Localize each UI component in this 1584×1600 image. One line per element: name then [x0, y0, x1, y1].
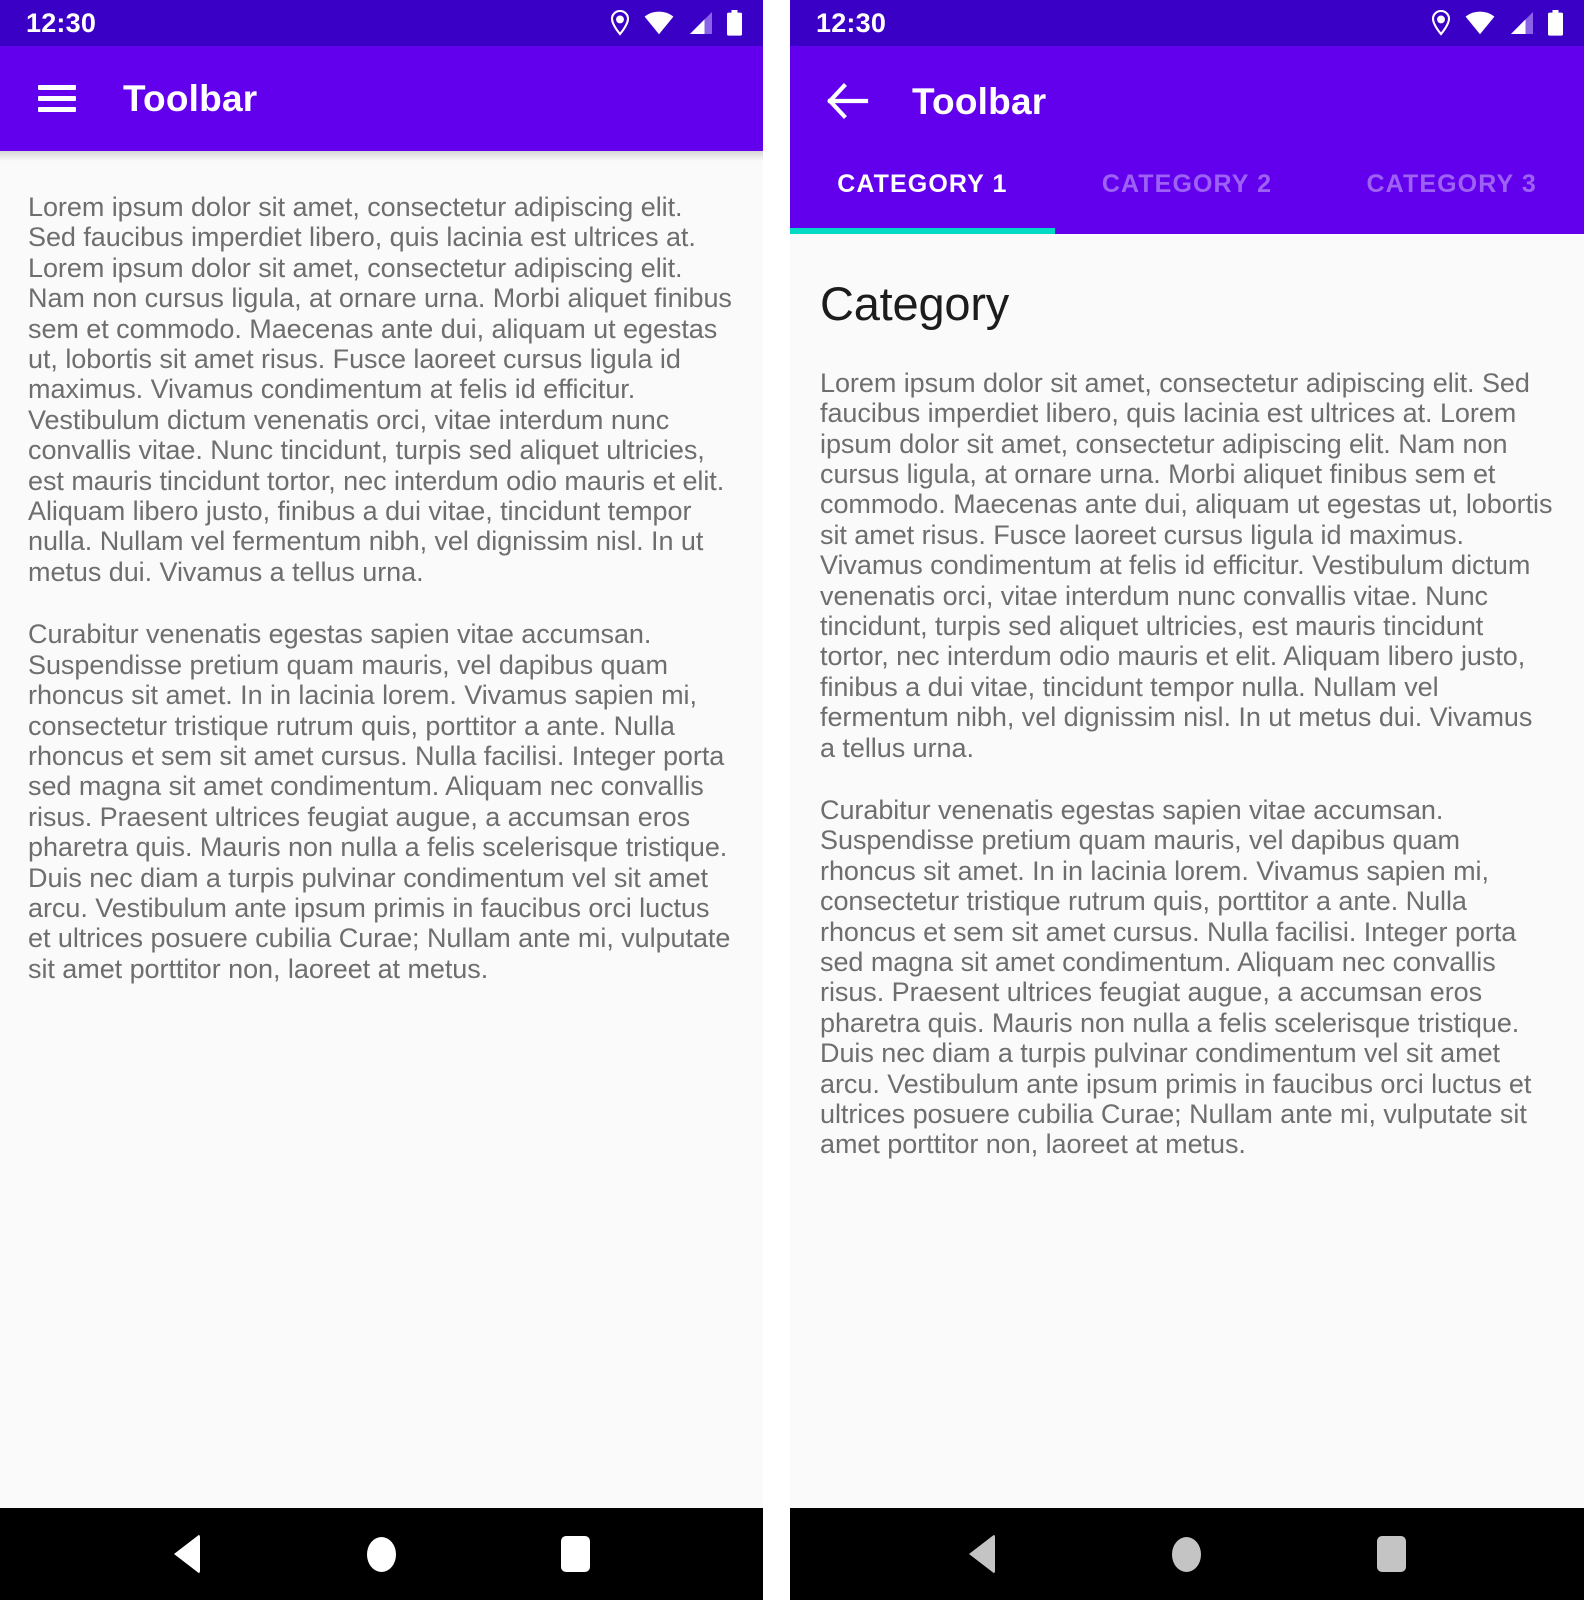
category-tab-bar: CATEGORY 1 CATEGORY 2 CATEGORY 3	[790, 156, 1584, 234]
tab-category-3[interactable]: CATEGORY 3	[1319, 156, 1584, 234]
status-bar-icons	[1430, 10, 1564, 36]
wifi-icon	[1465, 11, 1495, 35]
recents-square-icon[interactable]	[1357, 1519, 1427, 1589]
status-bar-clock: 12:30	[816, 7, 887, 38]
right-phone-panel: 12:30 Toolbar CATEGORY 1 CATEGORY 2 CATE…	[790, 0, 1584, 1600]
tab-category-2-label: CATEGORY 2	[1101, 170, 1273, 198]
home-circle-icon[interactable]	[1152, 1519, 1222, 1589]
right-toolbar-title: Toolbar	[912, 80, 1047, 122]
right-system-nav-bar	[790, 1508, 1584, 1600]
hamburger-bars	[38, 85, 76, 112]
right-paragraph-2: Curabitur venenatis egestas sapien vitae…	[820, 794, 1532, 1160]
back-triangle-icon[interactable]	[152, 1519, 222, 1589]
cellular-signal-icon	[1508, 11, 1534, 35]
status-bar-icons	[609, 10, 743, 36]
left-toolbar: Toolbar	[0, 46, 763, 151]
status-bar: 12:30	[790, 0, 1584, 46]
battery-icon	[1547, 10, 1564, 36]
left-content-area: Lorem ipsum dolor sit amet, consectetur …	[0, 161, 763, 1508]
right-content-area: Category Lorem ipsum dolor sit amet, con…	[790, 234, 1584, 1508]
back-arrow-icon[interactable]	[820, 74, 874, 128]
back-triangle-icon[interactable]	[947, 1519, 1017, 1589]
left-toolbar-shadow	[0, 151, 763, 161]
screenshot-stage: 12:30 Toolbar Lorem ipsum dolor sit amet…	[0, 0, 1584, 1600]
location-pin-icon	[609, 10, 631, 36]
tab-category-3-label: CATEGORY 3	[1366, 170, 1537, 198]
left-phone-panel: 12:30 Toolbar Lorem ipsum dolor sit amet…	[0, 0, 763, 1600]
left-paragraph-2: Curabitur venenatis egestas sapien vitae…	[28, 619, 731, 984]
tab-category-2[interactable]: CATEGORY 2	[1055, 156, 1320, 234]
battery-icon	[726, 10, 743, 36]
left-paragraph-1: Lorem ipsum dolor sit amet, consectetur …	[28, 192, 732, 587]
panel-divider-gap	[763, 0, 790, 1600]
status-bar: 12:30	[0, 0, 763, 46]
hamburger-menu-icon[interactable]	[30, 72, 84, 126]
left-system-nav-bar	[0, 1508, 763, 1600]
home-circle-icon[interactable]	[346, 1519, 416, 1589]
right-paragraph-1: Lorem ipsum dolor sit amet, consectetur …	[820, 367, 1553, 763]
right-toolbar: Toolbar	[790, 46, 1584, 156]
tab-category-1[interactable]: CATEGORY 1	[790, 156, 1055, 234]
status-bar-clock: 12:30	[26, 7, 97, 38]
left-toolbar-title: Toolbar	[123, 78, 258, 119]
page-title: Category	[820, 277, 1010, 330]
cellular-signal-icon	[687, 11, 713, 35]
recents-square-icon[interactable]	[541, 1519, 611, 1589]
location-pin-icon	[1430, 10, 1452, 36]
tab-category-1-label: CATEGORY 1	[837, 170, 1008, 198]
wifi-icon	[644, 11, 674, 35]
tab-active-indicator	[790, 228, 1055, 234]
